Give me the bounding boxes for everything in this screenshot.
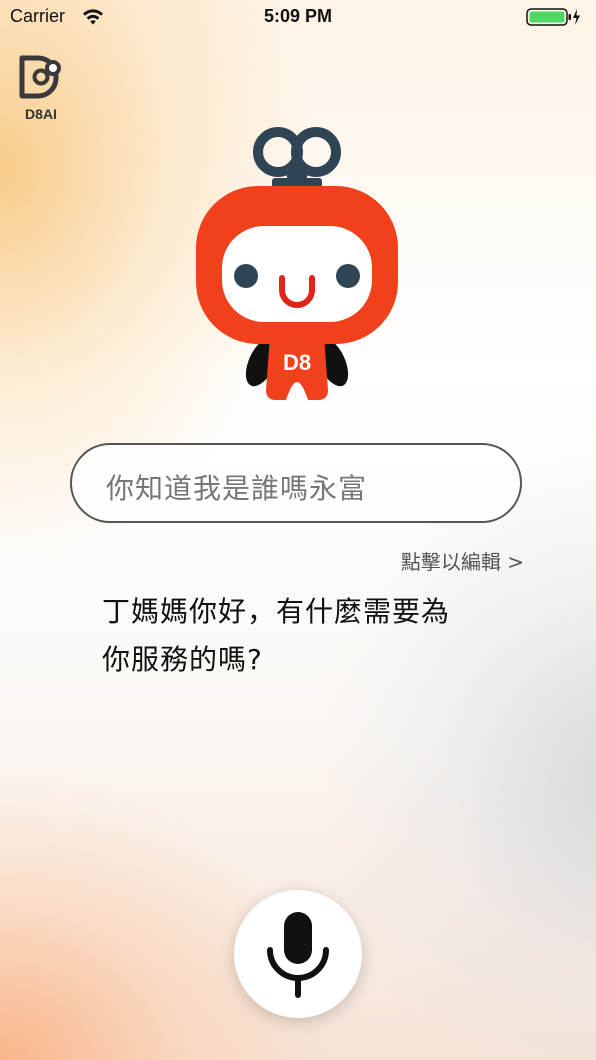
status-bar: Carrier 5:09 PM	[0, 0, 596, 36]
battery-icon	[526, 8, 580, 26]
tap-to-edit-link[interactable]: 點擊以編輯 >	[401, 546, 524, 575]
speech-input-field[interactable]: 你知道我是誰嗎永富	[70, 443, 522, 523]
reply-line: 你服務的嗎?	[102, 643, 263, 676]
clock: 5:09 PM	[263, 6, 333, 26]
robot-mascot: D8	[196, 127, 398, 400]
d8ai-logo-icon	[19, 55, 61, 99]
logo-label: D8AI	[25, 106, 57, 122]
mascot-badge: D8	[283, 350, 311, 375]
microphone-icon	[267, 912, 329, 998]
recognized-text: 你知道我是誰嗎永富	[106, 472, 368, 505]
reply-line: 丁媽媽你好，有什麼需要為	[102, 595, 451, 628]
wind-up-key-icon	[253, 127, 341, 188]
microphone-button[interactable]	[234, 890, 362, 1018]
assistant-reply: 丁媽媽你好，有什麼需要為 你服務的嗎?	[102, 588, 522, 684]
app-logo[interactable]: D8AI	[18, 54, 64, 122]
